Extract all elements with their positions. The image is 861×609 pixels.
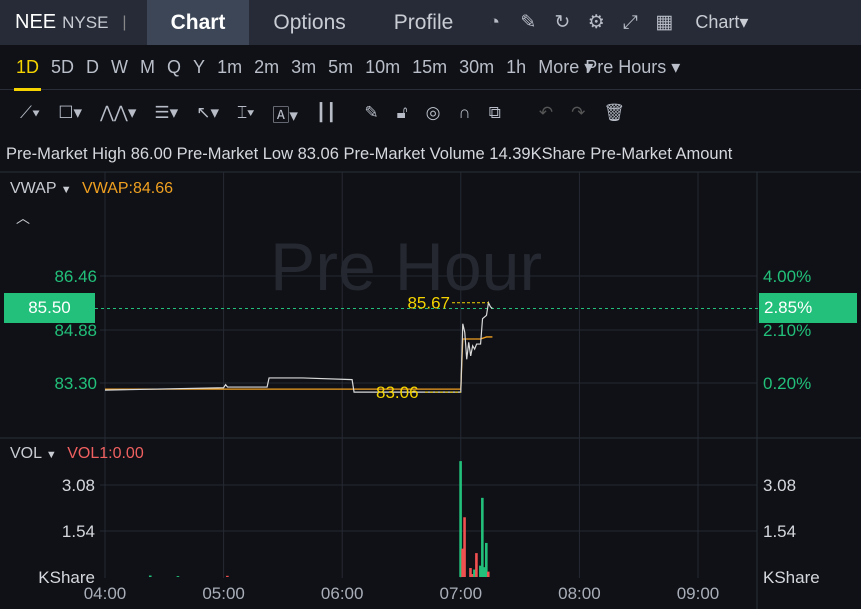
x-tick: 07:00 <box>440 584 483 603</box>
right-tick: 2.10% <box>763 321 811 340</box>
volume-bar <box>463 517 466 577</box>
left-tick: 86.46 <box>54 267 97 286</box>
low-label: 83.06 <box>376 383 419 402</box>
vol-tick: 1.54 <box>62 522 95 541</box>
current-price-tag: 85.50 <box>4 293 95 323</box>
vol-tick: 3.08 <box>62 476 95 495</box>
right-tick: 4.00% <box>763 267 811 286</box>
volume-bar <box>226 575 229 577</box>
watermark: Pre Hour <box>270 229 543 305</box>
vol-right-tick: 1.54 <box>763 522 796 541</box>
vwap-indicator-label[interactable]: VWAP ▼ VWAP:84.66 <box>10 180 173 198</box>
vol-right-tick: 3.08 <box>763 476 796 495</box>
vwap-value: VWAP:84.66 <box>82 180 174 197</box>
vwap-line <box>105 336 493 390</box>
x-tick: 06:00 <box>321 584 364 603</box>
volume-bar <box>176 576 180 577</box>
x-tick: 04:00 <box>84 584 127 603</box>
volume-bar <box>486 571 490 577</box>
vol-right-tick: KShare <box>763 568 820 587</box>
x-tick: 05:00 <box>202 584 245 603</box>
left-tick: 83.30 <box>54 374 97 393</box>
left-tick: 84.88 <box>54 321 97 340</box>
right-tick: 0.20% <box>763 374 811 393</box>
collapse-icon[interactable]: ︿ <box>16 208 30 228</box>
x-tick: 09:00 <box>677 584 720 603</box>
vol-value: VOL1:0.00 <box>67 445 144 462</box>
current-pct-tag: 2.85% <box>759 293 857 323</box>
volume-bar <box>481 497 484 577</box>
x-tick: 08:00 <box>558 584 601 603</box>
price-line <box>104 300 493 393</box>
vol-indicator-label[interactable]: VOL ▼ VOL1:0.00 <box>10 445 144 463</box>
volume-bar <box>148 575 152 577</box>
volume-bar <box>475 553 478 577</box>
